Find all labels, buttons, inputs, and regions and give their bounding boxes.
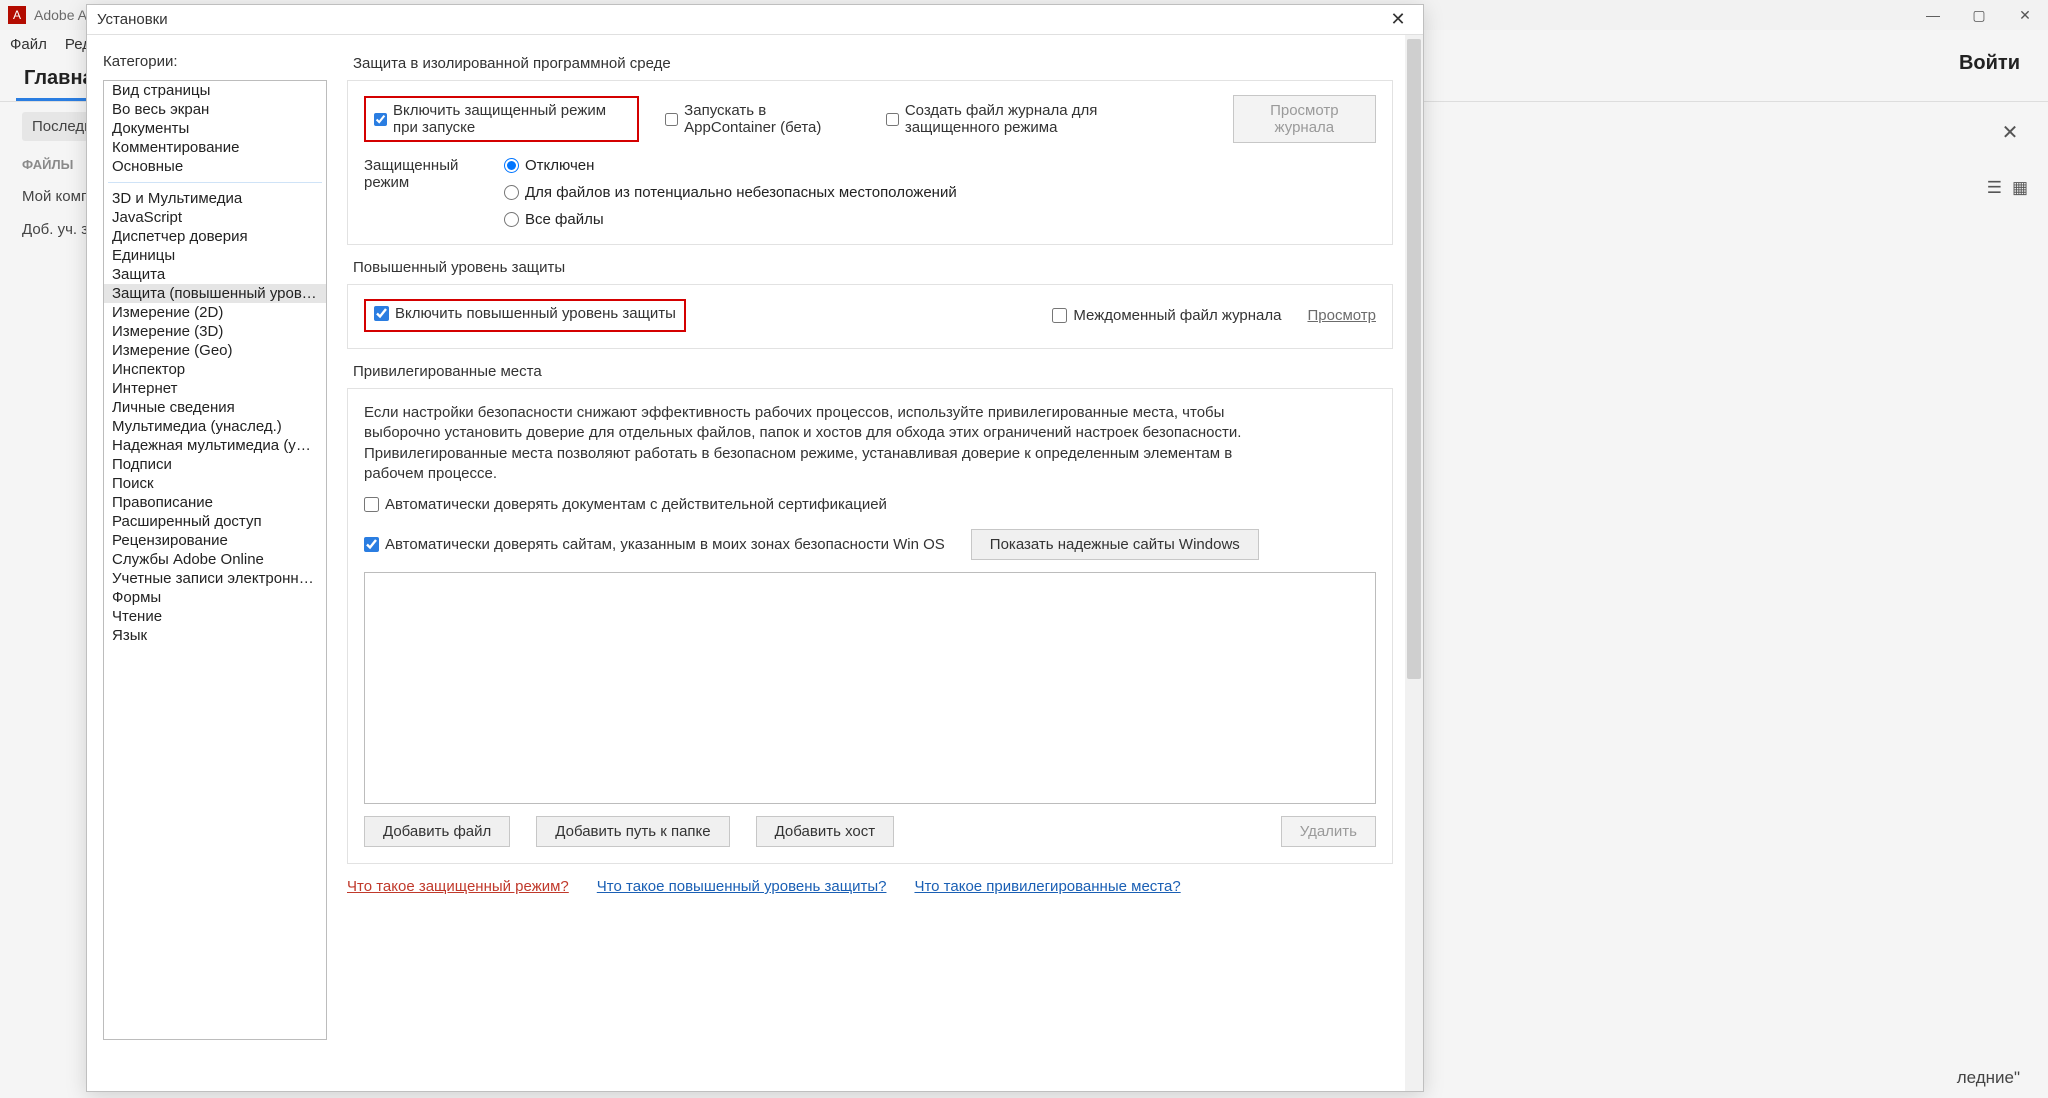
category-item[interactable]: Поиск xyxy=(104,474,326,493)
checkbox-trust-certified[interactable]: Автоматически доверять документам с дейс… xyxy=(364,496,887,513)
minimize-button[interactable]: — xyxy=(1910,0,1956,30)
category-item[interactable]: Измерение (2D) xyxy=(104,303,326,322)
category-item[interactable]: JavaScript xyxy=(104,208,326,227)
dialog-titlebar: Установки ✕ xyxy=(87,5,1423,35)
category-item[interactable]: Основные xyxy=(104,157,326,176)
category-item[interactable]: Язык xyxy=(104,626,326,645)
category-item[interactable]: Чтение xyxy=(104,607,326,626)
highlight-enhanced-security: Включить повышенный уровень защиты xyxy=(364,299,686,332)
category-item[interactable]: Измерение (3D) xyxy=(104,322,326,341)
checkbox-trust-os-zones[interactable]: Автоматически доверять сайтам, указанным… xyxy=(364,536,945,553)
radio-off[interactable]: Отключен xyxy=(504,157,1376,174)
panel-close-icon[interactable]: ✕ xyxy=(1992,114,2028,150)
category-item[interactable]: Службы Adobe Online xyxy=(104,550,326,569)
category-item[interactable]: Надежная мультимедиа (унаслед.) xyxy=(104,436,326,455)
radio-unsafe-locations[interactable]: Для файлов из потенциально небезопасных … xyxy=(504,184,1376,201)
categories-label: Категории: xyxy=(103,53,327,70)
help-enhanced-security[interactable]: Что такое повышенный уровень защиты? xyxy=(597,878,887,895)
section-privileged: Если настройки безопасности снижают эффе… xyxy=(347,388,1393,864)
category-item[interactable]: Рецензирование xyxy=(104,531,326,550)
checkbox-protected-mode[interactable]: Включить защищенный режим при запуске xyxy=(374,102,629,136)
section-enhanced: Включить повышенный уровень защиты Междо… xyxy=(347,284,1393,349)
dialog-scrollbar[interactable] xyxy=(1405,35,1423,1091)
list-view-icon[interactable]: ☰ xyxy=(1987,178,2002,198)
category-item[interactable]: Единицы xyxy=(104,246,326,265)
login-button[interactable]: Войти xyxy=(1959,52,2020,75)
category-item[interactable]: 3D и Мультимедиа xyxy=(104,189,326,208)
checkbox-enhanced-security[interactable]: Включить повышенный уровень защиты xyxy=(374,305,676,322)
section-enhanced-title: Повышенный уровень защиты xyxy=(353,259,1393,276)
category-item[interactable]: Комментирование xyxy=(104,138,326,157)
category-item[interactable]: Диспетчер доверия xyxy=(104,227,326,246)
show-windows-sites-button[interactable]: Показать надежные сайты Windows xyxy=(971,529,1259,560)
category-item[interactable]: Подписи xyxy=(104,455,326,474)
close-window-button[interactable]: ✕ xyxy=(2002,0,2048,30)
add-host-button[interactable]: Добавить хост xyxy=(756,816,895,847)
category-item[interactable]: Защита (повышенный уровень) xyxy=(104,284,326,303)
window-controls: — ▢ ✕ xyxy=(1910,0,2048,30)
dialog-close-icon[interactable]: ✕ xyxy=(1383,9,1413,30)
category-item[interactable]: Во весь экран xyxy=(104,100,326,119)
checkbox-create-logfile[interactable]: Создать файл журнала для защищенного реж… xyxy=(886,102,1181,136)
category-separator xyxy=(108,182,322,183)
help-privileged-locations[interactable]: Что такое привилегированные места? xyxy=(914,878,1180,895)
settings-panel: Защита в изолированной программной среде… xyxy=(337,35,1423,1091)
add-folder-button[interactable]: Добавить путь к папке xyxy=(536,816,729,847)
category-item[interactable]: Измерение (Geo) xyxy=(104,341,326,360)
truncated-text: ледние" xyxy=(1957,1068,2020,1088)
category-item[interactable]: Инспектор xyxy=(104,360,326,379)
grid-view-icon[interactable]: ▦ xyxy=(2012,178,2028,198)
privileged-description: Если настройки безопасности снижают эффе… xyxy=(364,403,1264,484)
view-crossdomain-link[interactable]: Просмотр xyxy=(1307,307,1376,324)
category-item[interactable]: Вид страницы xyxy=(104,81,326,100)
section-privileged-title: Привилегированные места xyxy=(353,363,1393,380)
category-item[interactable]: Правописание xyxy=(104,493,326,512)
view-log-button[interactable]: Просмотр журнала xyxy=(1233,95,1376,143)
category-item[interactable]: Документы xyxy=(104,119,326,138)
categories-panel: Категории: Вид страницыВо весь экранДоку… xyxy=(87,35,337,1091)
category-item[interactable]: Личные сведения xyxy=(104,398,326,417)
protected-mode-label: Защищенный режим xyxy=(364,157,504,228)
preferences-dialog: Установки ✕ Категории: Вид страницыВо ве… xyxy=(86,4,1424,1092)
category-item[interactable]: Интернет xyxy=(104,379,326,398)
help-links: Что такое защищенный режим? Что такое по… xyxy=(347,878,1393,895)
radio-all-files[interactable]: Все файлы xyxy=(504,211,1376,228)
section-sandbox-title: Защита в изолированной программной среде xyxy=(353,55,1393,72)
help-protected-mode[interactable]: Что такое защищенный режим? xyxy=(347,878,569,895)
category-item[interactable]: Учетные записи электронной почты xyxy=(104,569,326,588)
left-panel: Последни ФАЙЛЫ Мой комп Доб. уч. з xyxy=(0,102,100,802)
maximize-button[interactable]: ▢ xyxy=(1956,0,2002,30)
add-file-button[interactable]: Добавить файл xyxy=(364,816,510,847)
checkbox-crossdomain-log[interactable]: Междоменный файл журнала xyxy=(1052,307,1281,324)
category-item[interactable]: Расширенный доступ xyxy=(104,512,326,531)
checkbox-appcontainer[interactable]: Запускать в AppContainer (бета) xyxy=(665,102,860,136)
dialog-title: Установки xyxy=(97,11,168,28)
section-sandbox: Включить защищенный режим при запуске За… xyxy=(347,80,1393,245)
category-item[interactable]: Формы xyxy=(104,588,326,607)
menu-file[interactable]: Файл xyxy=(10,36,47,53)
delete-button[interactable]: Удалить xyxy=(1281,816,1376,847)
trusted-locations-list[interactable] xyxy=(364,572,1376,804)
acrobat-logo-icon: A xyxy=(8,6,26,24)
category-item[interactable]: Мультимедиа (унаслед.) xyxy=(104,417,326,436)
category-item[interactable]: Защита xyxy=(104,265,326,284)
categories-list[interactable]: Вид страницыВо весь экранДокументыКоммен… xyxy=(103,80,327,1040)
highlight-protected-mode: Включить защищенный режим при запуске xyxy=(364,96,639,142)
